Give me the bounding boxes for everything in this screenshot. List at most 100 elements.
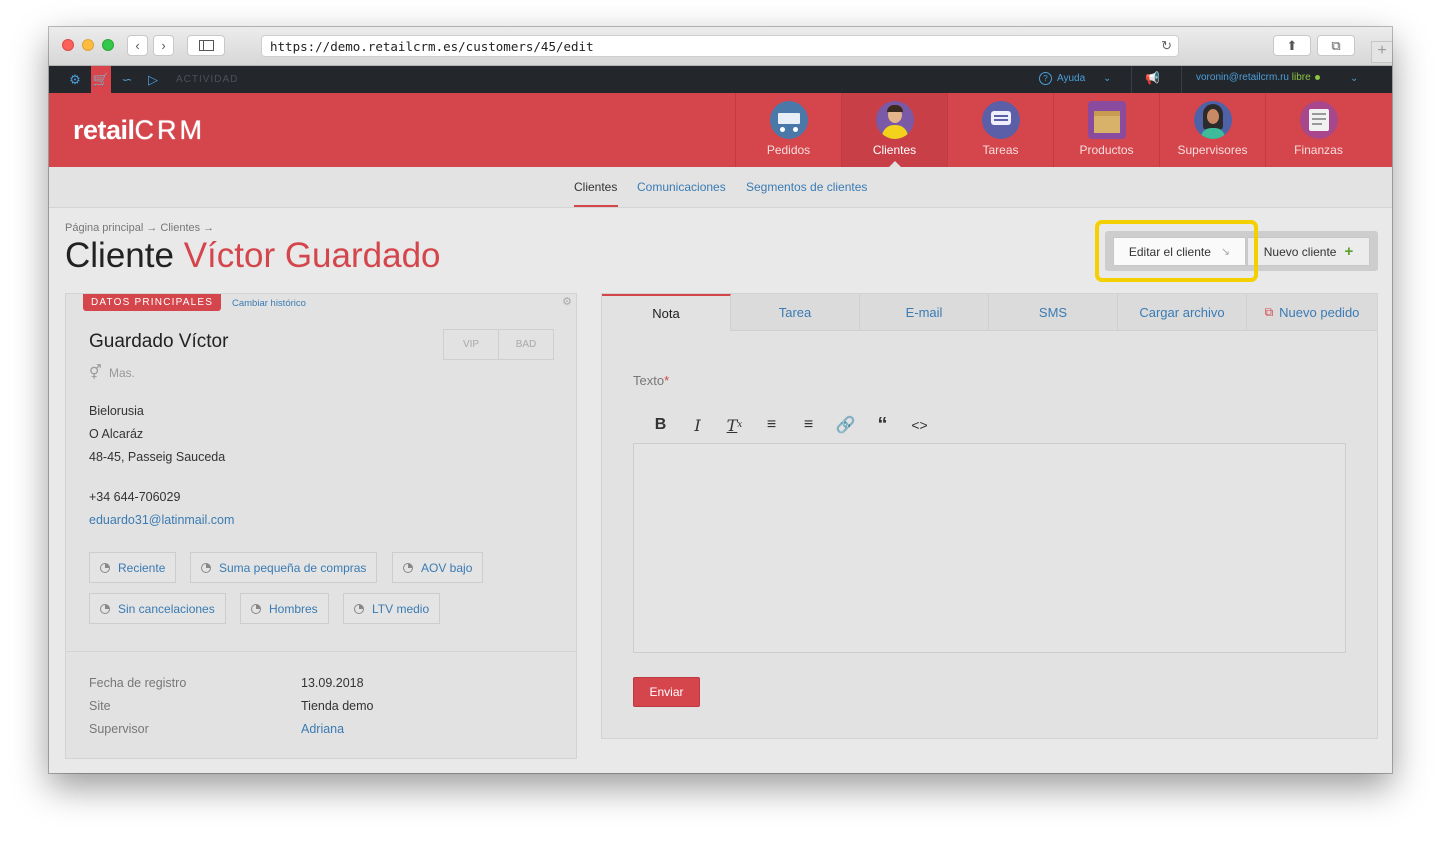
- page-title: Cliente Víctor Guardado: [65, 236, 441, 275]
- tab-cargar-archivo[interactable]: Cargar archivo: [1118, 294, 1247, 331]
- supervisor-label: Supervisor: [89, 722, 149, 736]
- url-text: https://demo.retailcrm.es/customers/45/e…: [270, 39, 594, 54]
- send-button[interactable]: Enviar: [633, 677, 700, 707]
- segment-reciente[interactable]: Reciente: [89, 552, 177, 583]
- help-menu[interactable]: ? Ayuda: [1039, 72, 1085, 85]
- gear-icon[interactable]: ⚙: [562, 295, 572, 308]
- user-email: voronin@retailcrm.ru: [1196, 72, 1289, 83]
- sub-navigation: Clientes Comunicaciones Segmentos de cli…: [49, 167, 1392, 208]
- segment-ltv-medio[interactable]: LTV medio: [343, 593, 441, 624]
- subnav-clientes[interactable]: Clientes: [574, 180, 617, 194]
- nav-pedidos[interactable]: Pedidos: [735, 93, 841, 167]
- note-text-editor[interactable]: [633, 443, 1346, 653]
- chevron-down-icon[interactable]: ⌄: [1350, 73, 1358, 84]
- forward-button[interactable]: ›: [153, 35, 174, 56]
- new-tab-button[interactable]: +: [1371, 41, 1392, 63]
- vip-toggle[interactable]: VIP: [444, 330, 498, 359]
- quote-icon[interactable]: “: [864, 414, 901, 436]
- user-status: libre: [1291, 72, 1311, 83]
- reload-icon[interactable]: ↻: [1161, 38, 1172, 54]
- section-tag: DATOS PRINCIPALES: [83, 294, 222, 311]
- sidebar-icon: [198, 40, 214, 51]
- bad-toggle[interactable]: BAD: [498, 330, 553, 359]
- share-button[interactable]: ⬆: [1273, 35, 1311, 56]
- subnav-comunicaciones[interactable]: Comunicaciones: [637, 180, 726, 194]
- tabs-overview-button[interactable]: ⧉: [1317, 35, 1355, 56]
- plus-icon: +: [1344, 243, 1354, 260]
- bold-icon[interactable]: B: [642, 415, 679, 435]
- segment-hombres[interactable]: Hombres: [240, 593, 329, 624]
- nav-finanzas[interactable]: Finanzas: [1265, 93, 1371, 167]
- activity-label[interactable]: ACTIVIDAD: [176, 74, 238, 85]
- megaphone-icon[interactable]: 📢: [1145, 71, 1160, 85]
- communication-tabs: Nota Tarea E-mail SMS Cargar archivo ⧉ Nu…: [602, 294, 1377, 331]
- play-icon[interactable]: ▷: [143, 66, 163, 93]
- chevron-left-icon: ‹: [135, 38, 140, 53]
- gear-icon[interactable]: ⚙: [65, 66, 85, 93]
- tabs-icon: ⧉: [1331, 37, 1341, 53]
- customer-avatar-icon: [875, 101, 914, 139]
- pie-chart-icon: [403, 562, 413, 573]
- nav-productos[interactable]: Productos: [1053, 93, 1159, 167]
- tab-email[interactable]: E-mail: [860, 294, 989, 331]
- close-window-button[interactable]: [62, 39, 74, 51]
- supervisor-link[interactable]: Adriana: [301, 722, 344, 736]
- pie-chart-icon: [251, 603, 261, 614]
- user-menu[interactable]: voronin@retailcrm.ru libre: [1196, 72, 1320, 83]
- italic-icon[interactable]: I: [679, 415, 716, 435]
- retailcrm-logo[interactable]: retailCRM: [73, 115, 205, 146]
- segment-suma-pequena[interactable]: Suma pequeña de compras: [190, 552, 378, 583]
- code-icon[interactable]: <>: [901, 415, 938, 435]
- required-mark: *: [664, 373, 670, 388]
- segment-sin-cancelaciones[interactable]: Sin cancelaciones: [89, 593, 226, 624]
- minimize-window-button[interactable]: [82, 39, 94, 51]
- active-tab-underline: [574, 205, 618, 207]
- phone-number[interactable]: +34 644-706029: [89, 490, 180, 504]
- browser-window: ‹ › https://demo.retailcrm.es/customers/…: [49, 27, 1392, 773]
- address-city: O Alcaráz: [89, 427, 144, 441]
- segment-aov-bajo[interactable]: AOV bajo: [392, 552, 484, 583]
- topbar-divider: [1181, 66, 1182, 93]
- cart-icon[interactable]: 🛒: [91, 66, 111, 93]
- tab-nota[interactable]: Nota: [602, 294, 731, 331]
- breadcrumb[interactable]: Página principal → Clientes →: [65, 222, 214, 234]
- tab-tarea[interactable]: Tarea: [731, 294, 860, 331]
- site-value: Tienda demo: [301, 699, 374, 713]
- address-bar[interactable]: https://demo.retailcrm.es/customers/45/e…: [261, 35, 1179, 57]
- analytics-icon[interactable]: ∽: [117, 66, 137, 93]
- numbered-list-icon[interactable]: ≡: [790, 415, 827, 435]
- top-system-bar: ⚙ 🛒 ∽ ▷ ACTIVIDAD ? Ayuda ⌄ 📢 voronin@ret…: [49, 66, 1392, 93]
- chevron-right-icon: ›: [161, 38, 166, 53]
- new-customer-button[interactable]: Nuevo cliente +: [1247, 237, 1370, 266]
- gender-field: ⚥ Mas.: [89, 364, 135, 380]
- share-icon: ⬆: [1286, 37, 1298, 53]
- site-label: Site: [89, 699, 111, 713]
- email-link[interactable]: eduardo31@latinmail.com: [89, 513, 234, 527]
- registration-date-label: Fecha de registro: [89, 676, 187, 690]
- vip-bad-toggle: VIP BAD: [443, 329, 554, 360]
- help-label: Ayuda: [1057, 73, 1086, 84]
- registration-date-value: 13.09.2018: [301, 676, 364, 690]
- zoom-window-button[interactable]: [102, 39, 114, 51]
- clear-format-icon[interactable]: Tx: [716, 415, 753, 435]
- nav-clientes[interactable]: Clientes: [841, 93, 947, 167]
- status-dot-icon: [1314, 74, 1320, 80]
- back-button[interactable]: ‹: [127, 35, 148, 56]
- bullet-list-icon[interactable]: ≡: [753, 415, 790, 435]
- tab-sms[interactable]: SMS: [989, 294, 1118, 331]
- nav-tareas[interactable]: Tareas: [947, 93, 1053, 167]
- chevron-down-icon[interactable]: ⌄: [1103, 73, 1111, 84]
- question-icon: ?: [1039, 72, 1052, 85]
- address-country: Bielorusia: [89, 404, 144, 418]
- pie-chart-icon: [201, 562, 211, 573]
- sidebar-toggle-button[interactable]: [187, 35, 225, 56]
- text-field-label: Texto*: [633, 373, 670, 388]
- subnav-segmentos[interactable]: Segmentos de clientes: [746, 180, 867, 194]
- link-icon[interactable]: 🔗: [827, 415, 864, 435]
- change-history-link[interactable]: Cambiar histórico: [232, 298, 306, 309]
- gender-icon: ⚥: [89, 364, 102, 380]
- tab-nuevo-pedido[interactable]: ⧉ Nuevo pedido: [1247, 294, 1377, 331]
- nav-supervisores[interactable]: Supervisores: [1159, 93, 1265, 167]
- finance-icon: [1299, 101, 1338, 139]
- pie-chart-icon: [100, 603, 110, 614]
